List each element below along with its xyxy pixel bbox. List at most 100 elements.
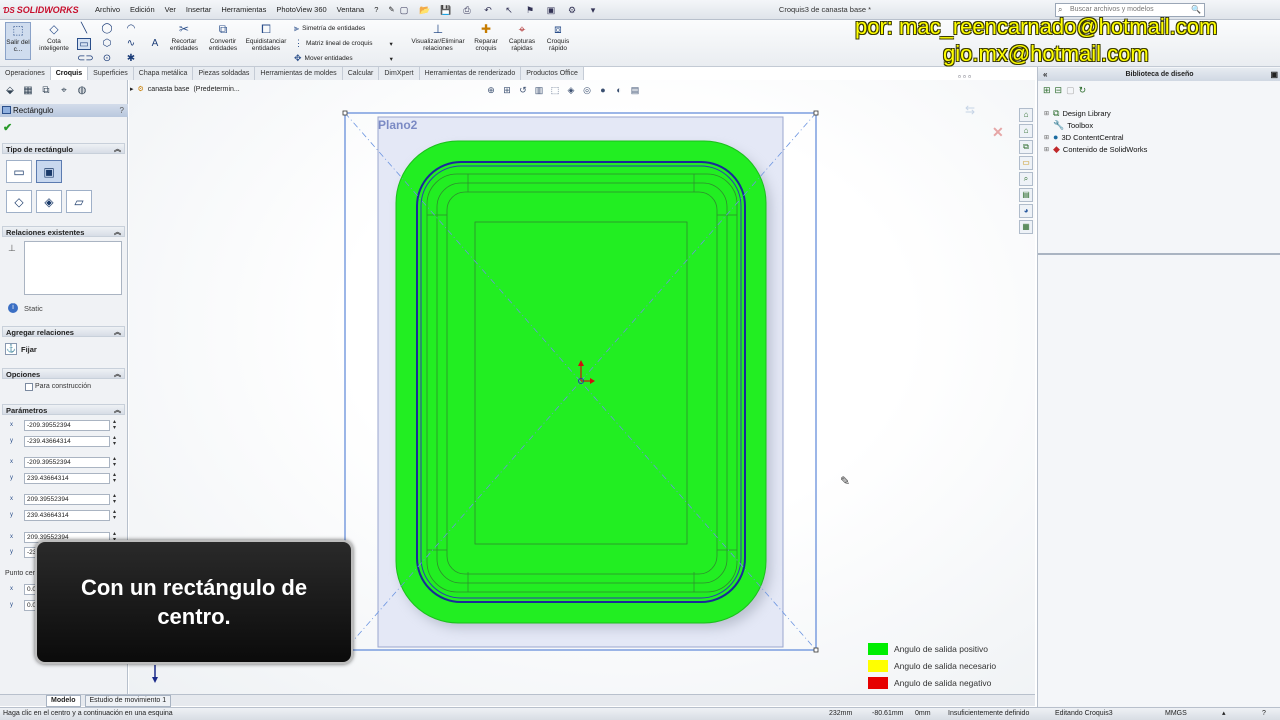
zoom-to-fit-icon[interactable]: ⊕ xyxy=(485,84,497,96)
home-tab-icon[interactable]: ⌂ xyxy=(1019,124,1033,138)
app-logo[interactable]: ƊS SOLIDWORKS xyxy=(3,3,83,17)
param-x1-input[interactable]: -209.39552394 xyxy=(24,420,110,431)
expand-icon[interactable]: ⊞ xyxy=(1044,110,1050,117)
spinner-icon[interactable]: ▴▾ xyxy=(113,419,116,431)
rapid-sketch-button[interactable]: ⧈ Croquis rápido xyxy=(542,22,574,52)
menu-insertar[interactable]: Insertar xyxy=(181,0,216,20)
dimxpert-tab-icon[interactable]: ⌖ xyxy=(56,84,72,98)
print-icon[interactable]: ⎙ xyxy=(458,2,476,18)
save-icon[interactable]: 💾 xyxy=(437,2,455,18)
pane-splitter[interactable] xyxy=(1038,253,1280,255)
tab-model[interactable]: Modelo xyxy=(46,694,81,707)
tab-calcular[interactable]: Calcular xyxy=(342,67,380,80)
display-style-icon[interactable]: ◈ xyxy=(565,84,577,96)
ellipse-tool-icon[interactable]: ⊙ xyxy=(100,53,114,65)
tab-dimxpert[interactable]: DimXpert xyxy=(379,67,420,80)
menu-photoview[interactable]: PhotoView 360 xyxy=(271,0,331,20)
offset-entities-button[interactable]: ⧠ Equidistanciar entidades xyxy=(243,22,289,52)
status-units-dropdown-icon[interactable]: ▴ xyxy=(1222,708,1226,720)
window-restore-icons[interactable]: ▫ ▫ ▫ xyxy=(958,72,971,81)
confirmation-corner-icon[interactable]: ⇆ xyxy=(965,103,975,117)
spline-tool-icon[interactable]: ∿ xyxy=(124,38,138,50)
menu-herramientas[interactable]: Herramientas xyxy=(216,0,271,20)
expand-icon[interactable]: ⊞ xyxy=(1044,146,1050,153)
spinner-icon[interactable]: ▴▾ xyxy=(113,472,116,484)
spinner-icon[interactable]: ▴▾ xyxy=(113,509,116,521)
smart-dimension-button[interactable]: ◇ Cota inteligente xyxy=(36,22,72,52)
add-to-library-icon[interactable]: ⊞ xyxy=(1043,85,1051,96)
config-manager-tab-icon[interactable]: ⧉ xyxy=(38,84,54,98)
library-item-solidworks-content[interactable]: ⊞ ◆ Contenido de SolidWorks xyxy=(1044,144,1147,155)
tab-motion-study[interactable]: Estudio de movimiento 1 xyxy=(84,694,172,707)
feature-tree-flyout[interactable]: ▸ ⚙ canasta base (Predetermin... xyxy=(130,81,530,97)
view-orientation-icon[interactable]: ⬚ xyxy=(549,84,561,96)
cancel-x-icon[interactable]: ✕ xyxy=(992,124,1004,141)
tab-chapa-metalica[interactable]: Chapa metálica xyxy=(133,67,194,80)
section-parameters[interactable]: Parámetros ︽ xyxy=(2,404,125,415)
custom-props-tab-icon[interactable]: ▦ xyxy=(1019,220,1033,234)
text-tool-icon[interactable]: A xyxy=(148,38,162,50)
param-y3-input[interactable]: 239.43664314 xyxy=(24,510,110,521)
new-doc-icon[interactable]: ▢ xyxy=(395,2,413,18)
options-icon[interactable]: ⚙ xyxy=(563,2,581,18)
new-folder-icon[interactable]: ▢ xyxy=(1066,85,1075,96)
tab-superficies[interactable]: Superficies xyxy=(88,67,134,80)
corner-point[interactable] xyxy=(813,110,819,116)
refresh-icon[interactable]: ↻ xyxy=(1079,85,1087,96)
hide-show-icon[interactable]: ◎ xyxy=(581,84,593,96)
expand-icon[interactable]: ⊞ xyxy=(1044,134,1050,141)
trim-entities-button[interactable]: ✂ Recortar entidades xyxy=(166,22,202,52)
apply-scene-icon[interactable]: ◐ xyxy=(613,84,625,96)
search-tab-icon[interactable]: ⌕ xyxy=(1019,172,1033,186)
section-add-relations[interactable]: Agregar relaciones ︽ xyxy=(2,326,125,337)
arc-tool-icon[interactable]: ◠ xyxy=(124,23,138,35)
circle-tool-icon[interactable]: ◯ xyxy=(100,23,114,35)
tab-operaciones[interactable]: Operaciones xyxy=(0,67,51,80)
parallelogram-option[interactable]: ▱ xyxy=(66,190,92,213)
exit-sketch-button[interactable]: ⬚ Salir del c... xyxy=(5,22,31,60)
open-folder-icon[interactable]: 📂 xyxy=(416,2,434,18)
tab-croquis[interactable]: Croquis xyxy=(50,67,89,80)
collapse-chevron-icon[interactable]: ︽ xyxy=(114,405,121,416)
param-x3-input[interactable]: 209.39552394 xyxy=(24,494,110,505)
polygon-tool-icon[interactable]: ⬡ xyxy=(100,38,114,50)
status-help-icon[interactable]: ? xyxy=(1262,708,1266,720)
section-existing-relations[interactable]: Relaciones existentes ︽ xyxy=(2,226,125,237)
pin-pane-icon[interactable]: ▣ xyxy=(1270,68,1278,81)
3pt-center-rectangle-option[interactable]: ◈ xyxy=(36,190,62,213)
param-x2-input[interactable]: -209.39552394 xyxy=(24,457,110,468)
param-y1-input[interactable]: -239.43664314 xyxy=(24,436,110,447)
corner-rectangle-option[interactable]: ▭ xyxy=(6,160,32,183)
rebuild-icon[interactable]: ⚑ xyxy=(521,2,539,18)
menu-edicion[interactable]: Edición xyxy=(125,0,160,20)
display-manager-tab-icon[interactable]: ◍ xyxy=(74,84,90,98)
spinner-icon[interactable]: ▴▾ xyxy=(113,435,116,447)
mirror-entities-button[interactable]: ⫸ Simetría de entidades xyxy=(294,23,365,34)
add-location-icon[interactable]: ⊟ xyxy=(1055,85,1063,96)
view-palette-tab-icon[interactable]: ▤ xyxy=(1019,188,1033,202)
param-y2-input[interactable]: 239.43664314 xyxy=(24,473,110,484)
tab-piezas-soldadas[interactable]: Piezas soldadas xyxy=(193,67,256,80)
collapse-chevron-icon[interactable]: ︽ xyxy=(114,369,121,380)
undo-icon[interactable]: ↶ xyxy=(479,2,497,18)
status-units[interactable]: MMGS xyxy=(1165,708,1187,720)
section-rectangle-type[interactable]: Tipo de rectángulo ︽ xyxy=(2,143,125,154)
design-library-tab-icon[interactable]: ⧉ xyxy=(1019,140,1033,154)
qat-more-icon[interactable]: ▾ xyxy=(584,2,602,18)
zoom-area-icon[interactable]: ⊞ xyxy=(501,84,513,96)
library-item-3d-content-central[interactable]: ⊞ ● 3D ContentCentral xyxy=(1044,132,1124,142)
tab-productos-office[interactable]: Productos Office xyxy=(521,67,584,80)
center-rectangle-option[interactable]: ▣ xyxy=(36,160,62,183)
panel-help-icon[interactable]: ? xyxy=(120,104,124,117)
corner-point[interactable] xyxy=(813,647,819,653)
part-name[interactable]: canasta base xyxy=(148,86,190,93)
menu-ventana[interactable]: Ventana xyxy=(332,0,370,20)
library-item-design-library[interactable]: ⊞ ⧉ Design Library xyxy=(1044,108,1111,119)
display-delete-relations-button[interactable]: ⊥ Visualizar/Eliminar relaciones xyxy=(408,22,468,52)
ok-check-icon[interactable]: ✔ xyxy=(3,121,12,134)
linear-pattern-button[interactable]: ⋮ Matriz lineal de croquis ▾ xyxy=(294,38,393,49)
previous-view-icon[interactable]: ↺ xyxy=(517,84,529,96)
tab-renderizado[interactable]: Herramientas de renderizado xyxy=(419,67,522,80)
menu-ver[interactable]: Ver xyxy=(160,0,181,20)
edit-appearance-icon[interactable]: ● xyxy=(597,84,609,96)
